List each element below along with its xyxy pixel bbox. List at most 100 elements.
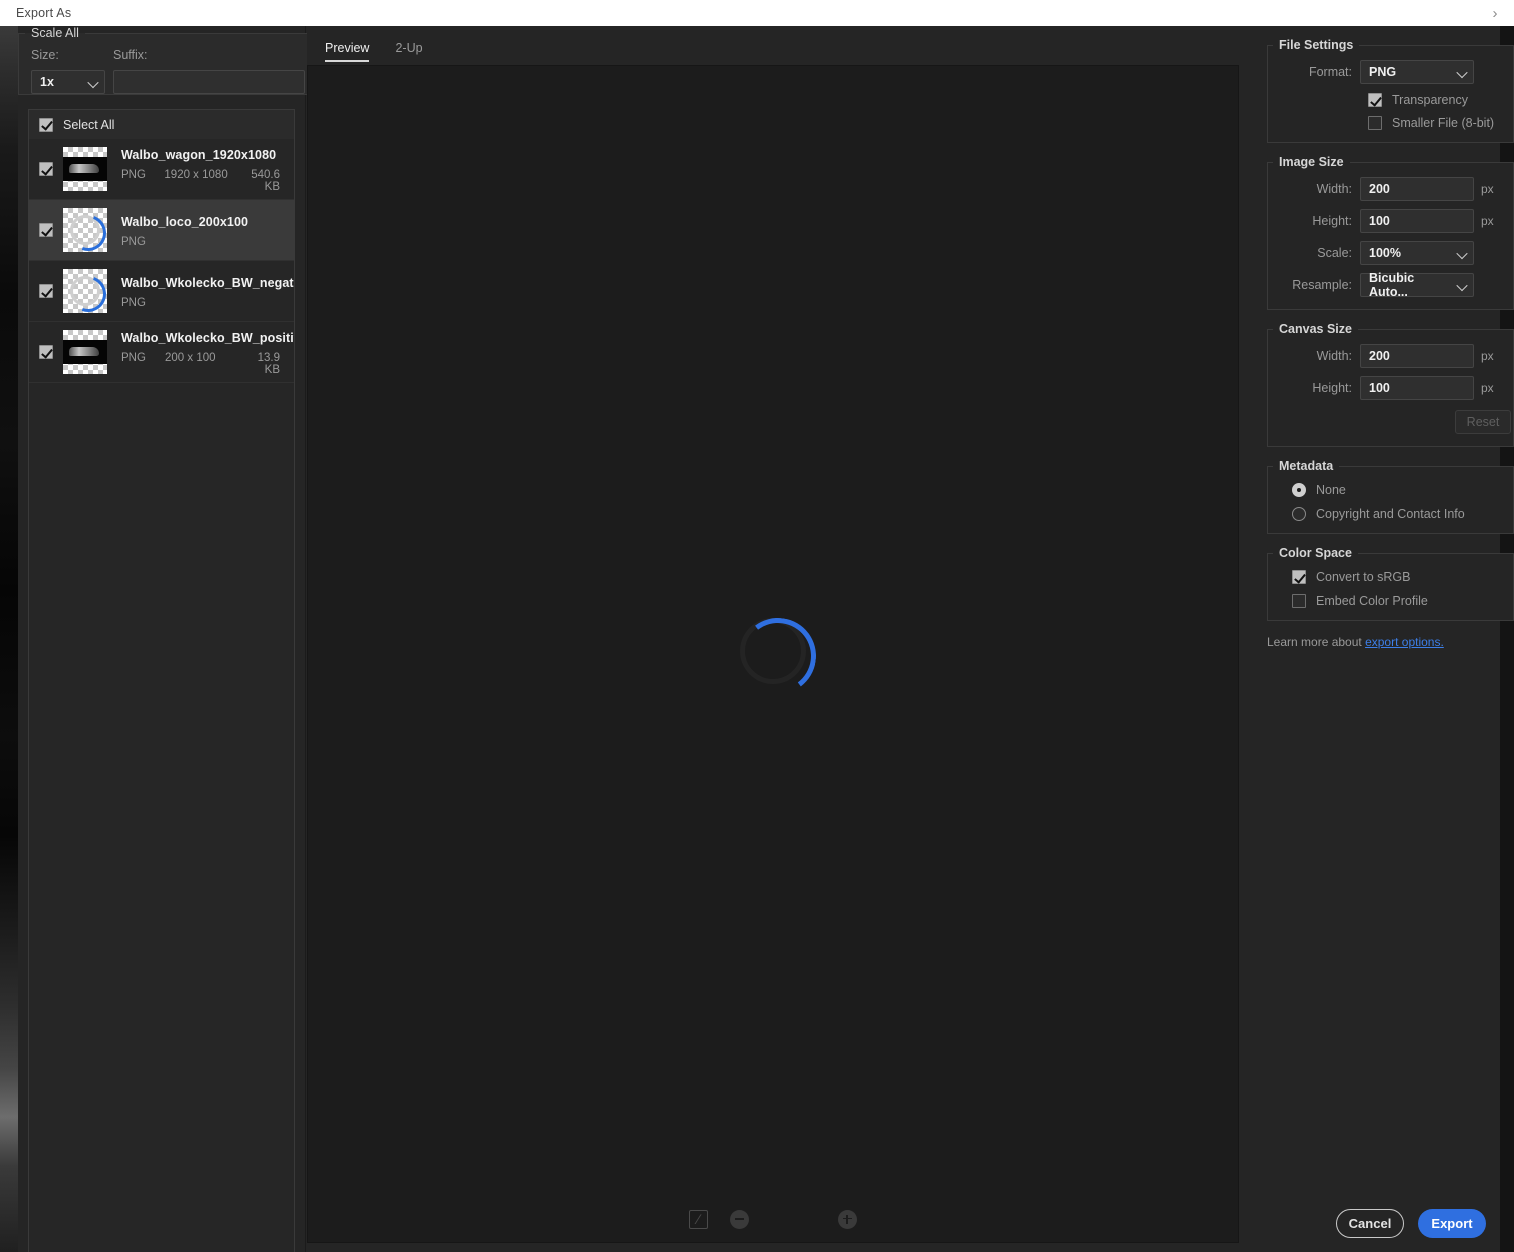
preview-panel: Preview 2-Up ∕ xyxy=(307,26,1248,1252)
image-width-input[interactable] xyxy=(1360,177,1474,201)
list-item-name: Walbo_wagon_1920x1080 xyxy=(121,147,277,162)
preview-canvas[interactable]: ∕ xyxy=(307,65,1239,1243)
list-item-name: Walbo_Wkolecko_BW_positive_... xyxy=(121,330,294,345)
image-size-section: Image Size Width: px Height: px Scale: 1… xyxy=(1267,155,1514,310)
transparency-row[interactable]: Transparency xyxy=(1268,93,1513,107)
metadata-copyright-row[interactable]: Copyright and Contact Info xyxy=(1268,507,1513,521)
scale-all-labels-row: Size: Suffix: + xyxy=(19,40,345,63)
image-width-row: Width: px xyxy=(1268,177,1513,201)
learn-more-row: Learn more about export options. xyxy=(1267,635,1514,649)
canvas-reset-row: Reset xyxy=(1268,410,1513,434)
export-button[interactable]: Export xyxy=(1418,1209,1486,1238)
file-settings-section: File Settings Format: PNG Transparency S… xyxy=(1267,38,1514,143)
list-item-filesize: 13.9 KB xyxy=(257,351,280,376)
canvas-height-unit: px xyxy=(1481,381,1494,395)
list-item-checkbox[interactable] xyxy=(39,162,53,176)
zoom-in-icon[interactable] xyxy=(838,1209,857,1229)
title-bar: Export As › xyxy=(0,0,1514,26)
metadata-none-row[interactable]: None xyxy=(1268,483,1513,497)
list-item-meta: Walbo_loco_200x100 PNG xyxy=(121,213,284,248)
image-size-legend: Image Size xyxy=(1279,155,1344,169)
file-settings-legend: File Settings xyxy=(1279,38,1354,52)
convert-srgb-row[interactable]: Convert to sRGB xyxy=(1268,570,1513,584)
format-label: Format: xyxy=(1308,65,1352,79)
canvas-height-input[interactable] xyxy=(1360,376,1474,400)
list-item[interactable]: Walbo_Wkolecko_BW_negative_... PNG xyxy=(29,261,294,322)
scale-all-legend: Scale All xyxy=(31,26,79,40)
canvas-size-section: Canvas Size Width: px Height: px Reset xyxy=(1267,322,1514,447)
smaller-file-row[interactable]: Smaller File (8-bit) xyxy=(1268,116,1513,130)
list-item-checkbox[interactable] xyxy=(39,223,53,237)
list-item-format: PNG xyxy=(121,235,146,248)
scale-all-controls-row: 1x 🗑 xyxy=(19,62,345,94)
learn-more-text: Learn more about xyxy=(1267,635,1362,649)
color-space-section: Color Space Convert to sRGB Embed Color … xyxy=(1267,546,1514,621)
metadata-section: Metadata None Copyright and Contact Info xyxy=(1267,459,1514,534)
export-options-link[interactable]: export options. xyxy=(1365,635,1444,649)
list-item[interactable]: Walbo_wagon_1920x1080 PNG 1920 x 1080 54… xyxy=(29,139,294,200)
list-item-thumbnail xyxy=(63,330,107,374)
transparency-label: Transparency xyxy=(1392,93,1468,107)
list-item[interactable]: Walbo_Wkolecko_BW_positive_... PNG 200 x… xyxy=(29,322,294,383)
chevron-right-icon[interactable]: › xyxy=(1484,3,1506,23)
size-select-value: 1x xyxy=(40,75,54,89)
embed-profile-checkbox[interactable] xyxy=(1292,594,1306,608)
canvas-width-input[interactable] xyxy=(1360,344,1474,368)
canvas-size-legend: Canvas Size xyxy=(1279,322,1352,336)
image-scale-select[interactable]: 100% xyxy=(1360,241,1474,265)
scale-all-section: Scale All Size: Suffix: + 1x 🗑 xyxy=(18,26,346,95)
list-item-details: PNG 200 x 100 13.9 KB xyxy=(121,352,284,376)
embed-profile-row[interactable]: Embed Color Profile xyxy=(1268,594,1513,608)
list-item-dimensions: 1920 x 1080 xyxy=(164,168,228,181)
canvas-height-label: Height: xyxy=(1312,381,1352,395)
list-item-checkbox[interactable] xyxy=(39,284,53,298)
thumbnail-loading-spinner-icon xyxy=(70,215,100,245)
image-height-unit: px xyxy=(1481,214,1494,228)
list-item-details: PNG xyxy=(121,297,284,309)
metadata-none-label: None xyxy=(1316,483,1346,497)
zoom-out-icon[interactable] xyxy=(730,1209,749,1229)
list-item-thumbnail xyxy=(63,208,107,252)
format-select[interactable]: PNG xyxy=(1360,60,1474,84)
loading-spinner-icon xyxy=(740,618,806,684)
image-scale-row: Scale: 100% xyxy=(1268,241,1513,265)
transparency-checkbox[interactable] xyxy=(1368,93,1382,107)
metadata-legend: Metadata xyxy=(1279,459,1334,473)
metadata-none-radio[interactable] xyxy=(1292,483,1306,497)
cancel-button[interactable]: Cancel xyxy=(1336,1209,1404,1238)
resample-row: Resample: Bicubic Auto... xyxy=(1268,271,1513,299)
dialog-body: Scale All Size: Suffix: + 1x 🗑 Select Al… xyxy=(18,26,1514,1252)
suffix-label: Suffix: xyxy=(113,48,148,62)
tab-preview[interactable]: Preview xyxy=(325,41,370,62)
list-item-details: PNG 1920 x 1080 540.6 KB xyxy=(121,169,284,193)
list-item[interactable]: Walbo_loco_200x100 PNG xyxy=(29,200,294,261)
canvas-reset-button[interactable]: Reset xyxy=(1455,410,1511,434)
metadata-copyright-radio[interactable] xyxy=(1292,507,1306,521)
list-item-checkbox[interactable] xyxy=(39,345,53,359)
left-panel: Scale All Size: Suffix: + 1x 🗑 Select Al… xyxy=(18,26,346,1252)
thumbnail-image xyxy=(63,157,107,181)
resample-label: Resample: xyxy=(1292,278,1352,292)
tab-2up[interactable]: 2-Up xyxy=(395,41,422,62)
select-all-checkbox[interactable] xyxy=(39,117,53,132)
list-item-meta: Walbo_Wkolecko_BW_negative_... PNG xyxy=(121,274,294,309)
suffix-input[interactable] xyxy=(113,70,305,94)
smaller-file-checkbox[interactable] xyxy=(1368,116,1382,130)
select-all-row[interactable]: Select All xyxy=(28,109,295,139)
fit-to-screen-icon[interactable]: ∕ xyxy=(689,1209,708,1229)
embed-profile-label: Embed Color Profile xyxy=(1316,594,1428,608)
list-item-thumbnail xyxy=(63,147,107,191)
list-item-meta: Walbo_Wkolecko_BW_positive_... PNG 200 x… xyxy=(121,329,294,376)
list-item-dimensions xyxy=(165,236,253,248)
export-as-dialog-window: Export As › Scale All Size: Suffix: + 1x… xyxy=(0,0,1514,1252)
resample-select[interactable]: Bicubic Auto... xyxy=(1360,271,1474,299)
resample-value: Bicubic Auto... xyxy=(1369,271,1415,299)
canvas-width-label: Width: xyxy=(1316,349,1352,363)
preview-toolbar: ∕ xyxy=(308,1204,1240,1234)
convert-srgb-checkbox[interactable] xyxy=(1292,570,1306,584)
size-select[interactable]: 1x xyxy=(31,70,105,94)
image-height-input[interactable] xyxy=(1360,209,1474,233)
asset-file-list[interactable]: Walbo_wagon_1920x1080 PNG 1920 x 1080 54… xyxy=(28,139,295,1252)
list-item-filesize: 540.6 KB xyxy=(251,168,280,193)
background-app-sliver-left xyxy=(0,26,18,1252)
